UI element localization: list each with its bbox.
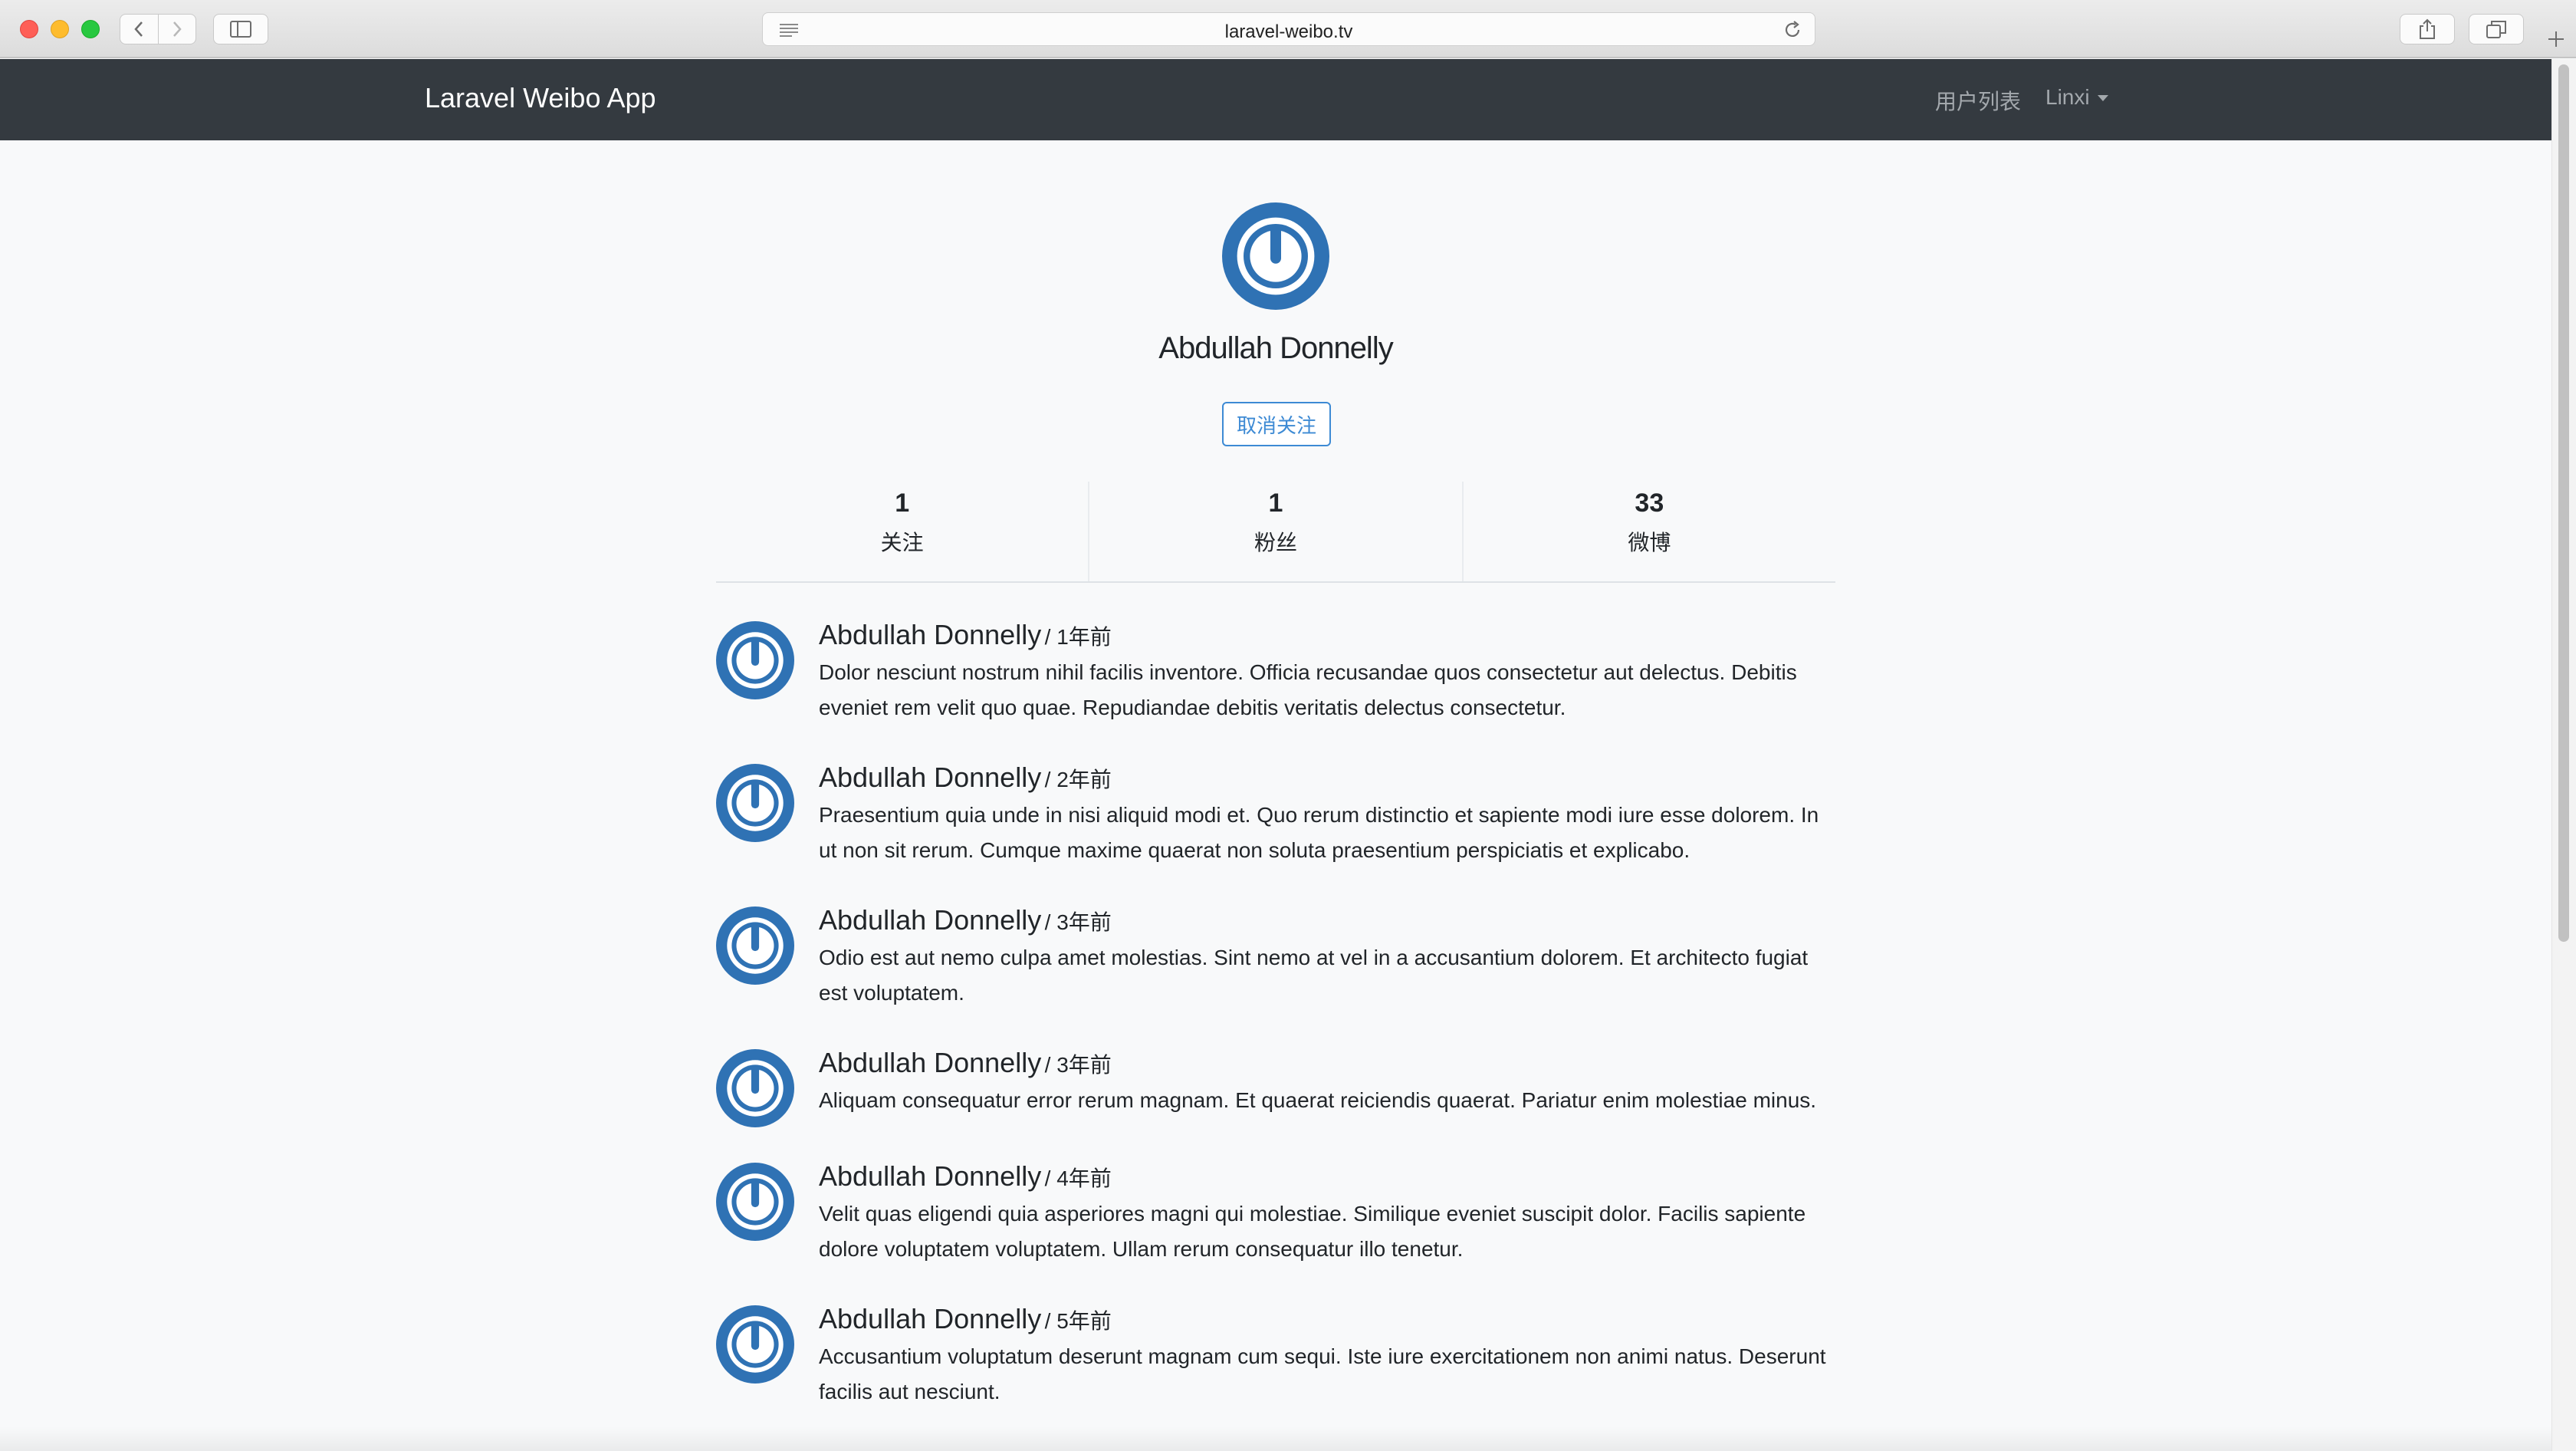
- zoom-window-button[interactable]: [81, 20, 100, 38]
- browser-toolbar: laravel-weibo.tv: [0, 0, 2576, 58]
- app-navbar: Laravel Weibo App 用户列表 Linxi: [0, 59, 2551, 140]
- chevron-right-icon: [173, 21, 182, 37]
- plus-icon: [2548, 31, 2564, 47]
- forward-button[interactable]: [157, 15, 196, 44]
- back-button[interactable]: [120, 15, 158, 44]
- share-icon: [2420, 18, 2435, 39]
- status-time: / 2年前: [1044, 768, 1112, 791]
- users-list-link[interactable]: 用户列表: [1935, 85, 2021, 116]
- status-time: / 3年前: [1044, 910, 1112, 934]
- author-name-link[interactable]: Abdullah Donnelly: [819, 1303, 1041, 1334]
- stat-following[interactable]: 1 关注: [716, 482, 1088, 581]
- stat-value: 1: [895, 489, 910, 518]
- unfollow-button[interactable]: 取消关注: [1222, 402, 1331, 446]
- status-time: / 3年前: [1044, 1053, 1112, 1077]
- profile-avatar: [1222, 202, 1329, 310]
- author-name-link[interactable]: Abdullah Donnelly: [819, 1047, 1041, 1078]
- status-content: Odio est aut nemo culpa amet molestias. …: [819, 946, 1809, 1005]
- stat-value: 1: [1268, 489, 1283, 518]
- page-scrollbar-thumb[interactable]: [2558, 64, 2569, 942]
- minimize-window-button[interactable]: [51, 20, 69, 38]
- share-button[interactable]: [2400, 14, 2455, 44]
- stat-statuses[interactable]: 33 微博: [1461, 482, 1835, 581]
- author-avatar[interactable]: [716, 1049, 794, 1127]
- url-text: laravel-weibo.tv: [1224, 21, 1353, 42]
- status-content: Aliquam consequatur error rerum magnam. …: [819, 1088, 1817, 1112]
- author-name-link[interactable]: Abdullah Donnelly: [819, 1160, 1041, 1192]
- current-user-name: Linxi: [2045, 85, 2090, 109]
- reload-icon[interactable]: [1783, 20, 1802, 40]
- status-content: Dolor nesciunt nostrum nihil facilis inv…: [819, 660, 1797, 719]
- stat-followers[interactable]: 1 粉丝: [1088, 482, 1461, 581]
- status-content: Praesentium quia unde in nisi aliquid mo…: [819, 803, 1819, 862]
- author-name-link[interactable]: Abdullah Donnelly: [819, 762, 1041, 793]
- brand-link[interactable]: Laravel Weibo App: [425, 82, 656, 114]
- close-window-button[interactable]: [20, 20, 38, 38]
- status-content: Accusantium voluptatum deserunt magnam c…: [819, 1344, 1826, 1403]
- profile-stats: 1 关注 1 粉丝 33 微博: [716, 482, 1835, 583]
- viewport-bottom-shadow: [0, 1426, 2551, 1451]
- profile-name: Abdullah Donnelly: [1158, 331, 1393, 365]
- author-name-link[interactable]: Abdullah Donnelly: [819, 904, 1041, 936]
- history-nav: [120, 14, 196, 44]
- address-bar[interactable]: laravel-weibo.tv: [762, 12, 1815, 46]
- author-avatar[interactable]: [716, 1305, 794, 1384]
- status-time: / 1年前: [1044, 625, 1112, 649]
- new-tab-button[interactable]: [2541, 20, 2571, 58]
- user-dropdown[interactable]: Linxi: [2045, 85, 2108, 110]
- author-avatar[interactable]: [716, 764, 794, 842]
- author-avatar[interactable]: [716, 906, 794, 985]
- author-avatar[interactable]: [716, 1163, 794, 1241]
- tabs-overview-icon: [2486, 21, 2506, 38]
- stat-label: 关注: [880, 531, 924, 554]
- status-content: Velit quas eligendi quia asperiores magn…: [819, 1202, 1806, 1261]
- stat-label: 粉丝: [1254, 531, 1297, 554]
- chevron-left-icon: [134, 21, 143, 37]
- status-time: / 5年前: [1044, 1309, 1112, 1333]
- stat-label: 微博: [1628, 531, 1671, 554]
- author-avatar[interactable]: [716, 621, 794, 699]
- stat-value: 33: [1635, 489, 1664, 518]
- author-name-link[interactable]: Abdullah Donnelly: [819, 619, 1041, 650]
- sidebar-toggle-button[interactable]: [213, 14, 268, 44]
- sidebar-icon: [230, 21, 251, 38]
- status-time: / 4年前: [1044, 1166, 1112, 1190]
- caret-down-icon: [2097, 95, 2108, 101]
- show-tabs-button[interactable]: [2469, 14, 2524, 44]
